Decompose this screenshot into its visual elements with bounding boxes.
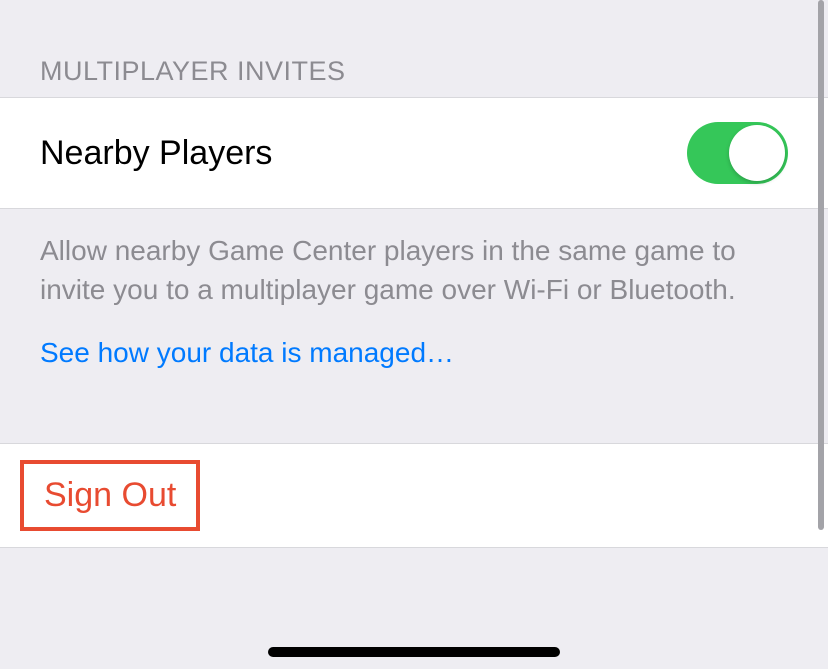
data-management-link[interactable]: See how your data is managed… (0, 309, 828, 369)
sign-out-row[interactable]: Sign Out (0, 443, 828, 548)
sign-out-label: Sign Out (44, 476, 176, 514)
section-header-multiplayer-invites: MULTIPLAYER INVITES (0, 0, 828, 97)
home-indicator[interactable] (268, 647, 560, 657)
row-nearby-players[interactable]: Nearby Players (0, 97, 828, 209)
toggle-knob (729, 125, 785, 181)
scroll-indicator[interactable] (818, 0, 824, 530)
nearby-players-description: Allow nearby Game Center players in the … (0, 209, 828, 309)
nearby-players-label: Nearby Players (40, 134, 272, 173)
sign-out-highlight-box: Sign Out (20, 460, 200, 531)
nearby-players-toggle[interactable] (687, 122, 788, 184)
